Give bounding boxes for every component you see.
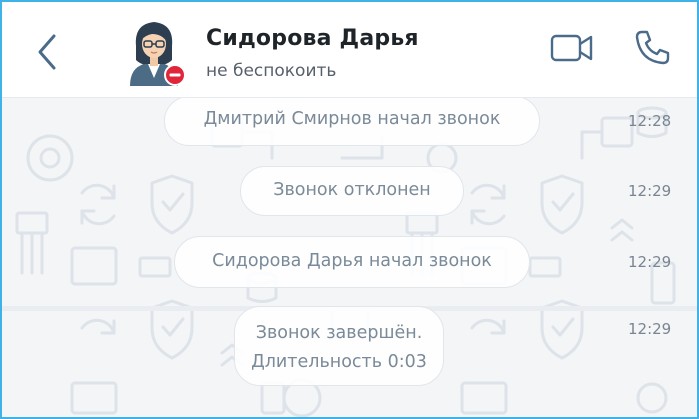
message-time: 12:28 xyxy=(628,112,672,130)
video-call-button[interactable] xyxy=(550,33,594,63)
voice-call-button[interactable] xyxy=(632,28,672,68)
video-camera-icon xyxy=(550,34,593,62)
system-message: Звонок завершён. Длительность 0:03 xyxy=(234,306,444,386)
avatar[interactable] xyxy=(122,16,186,86)
system-message-text: Длительность 0:03 xyxy=(251,352,427,372)
message-time: 12:29 xyxy=(628,182,672,200)
system-message: Сидорова Дарья начал звонок xyxy=(174,236,530,288)
system-message-text: Сидорова Дарья начал звонок xyxy=(212,251,492,271)
back-button[interactable] xyxy=(32,30,66,74)
phone-icon xyxy=(635,30,670,65)
system-message-text: Звонок отклонен xyxy=(273,180,431,200)
system-message-text: Дмитрий Смирнов начал звонок xyxy=(203,109,501,129)
chevron-left-icon xyxy=(38,34,56,70)
chat-window: Сидорова Дарья не беспокоить Дмитрий Сми… xyxy=(0,0,699,419)
message-time: 12:29 xyxy=(628,320,672,338)
system-message: Звонок отклонен xyxy=(240,166,464,216)
contact-status: не беспокоить xyxy=(206,61,337,81)
system-message-text: Звонок завершён. xyxy=(255,323,423,343)
message-list[interactable]: Дмитрий Смирнов начал звонок 12:28 Звоно… xyxy=(2,98,697,417)
message-time: 12:29 xyxy=(628,253,672,271)
do-not-disturb-icon xyxy=(164,64,186,86)
contact-name: Сидорова Дарья xyxy=(206,26,419,51)
chat-header: Сидорова Дарья не беспокоить xyxy=(2,2,697,98)
system-message: Дмитрий Смирнов начал звонок xyxy=(164,98,540,146)
